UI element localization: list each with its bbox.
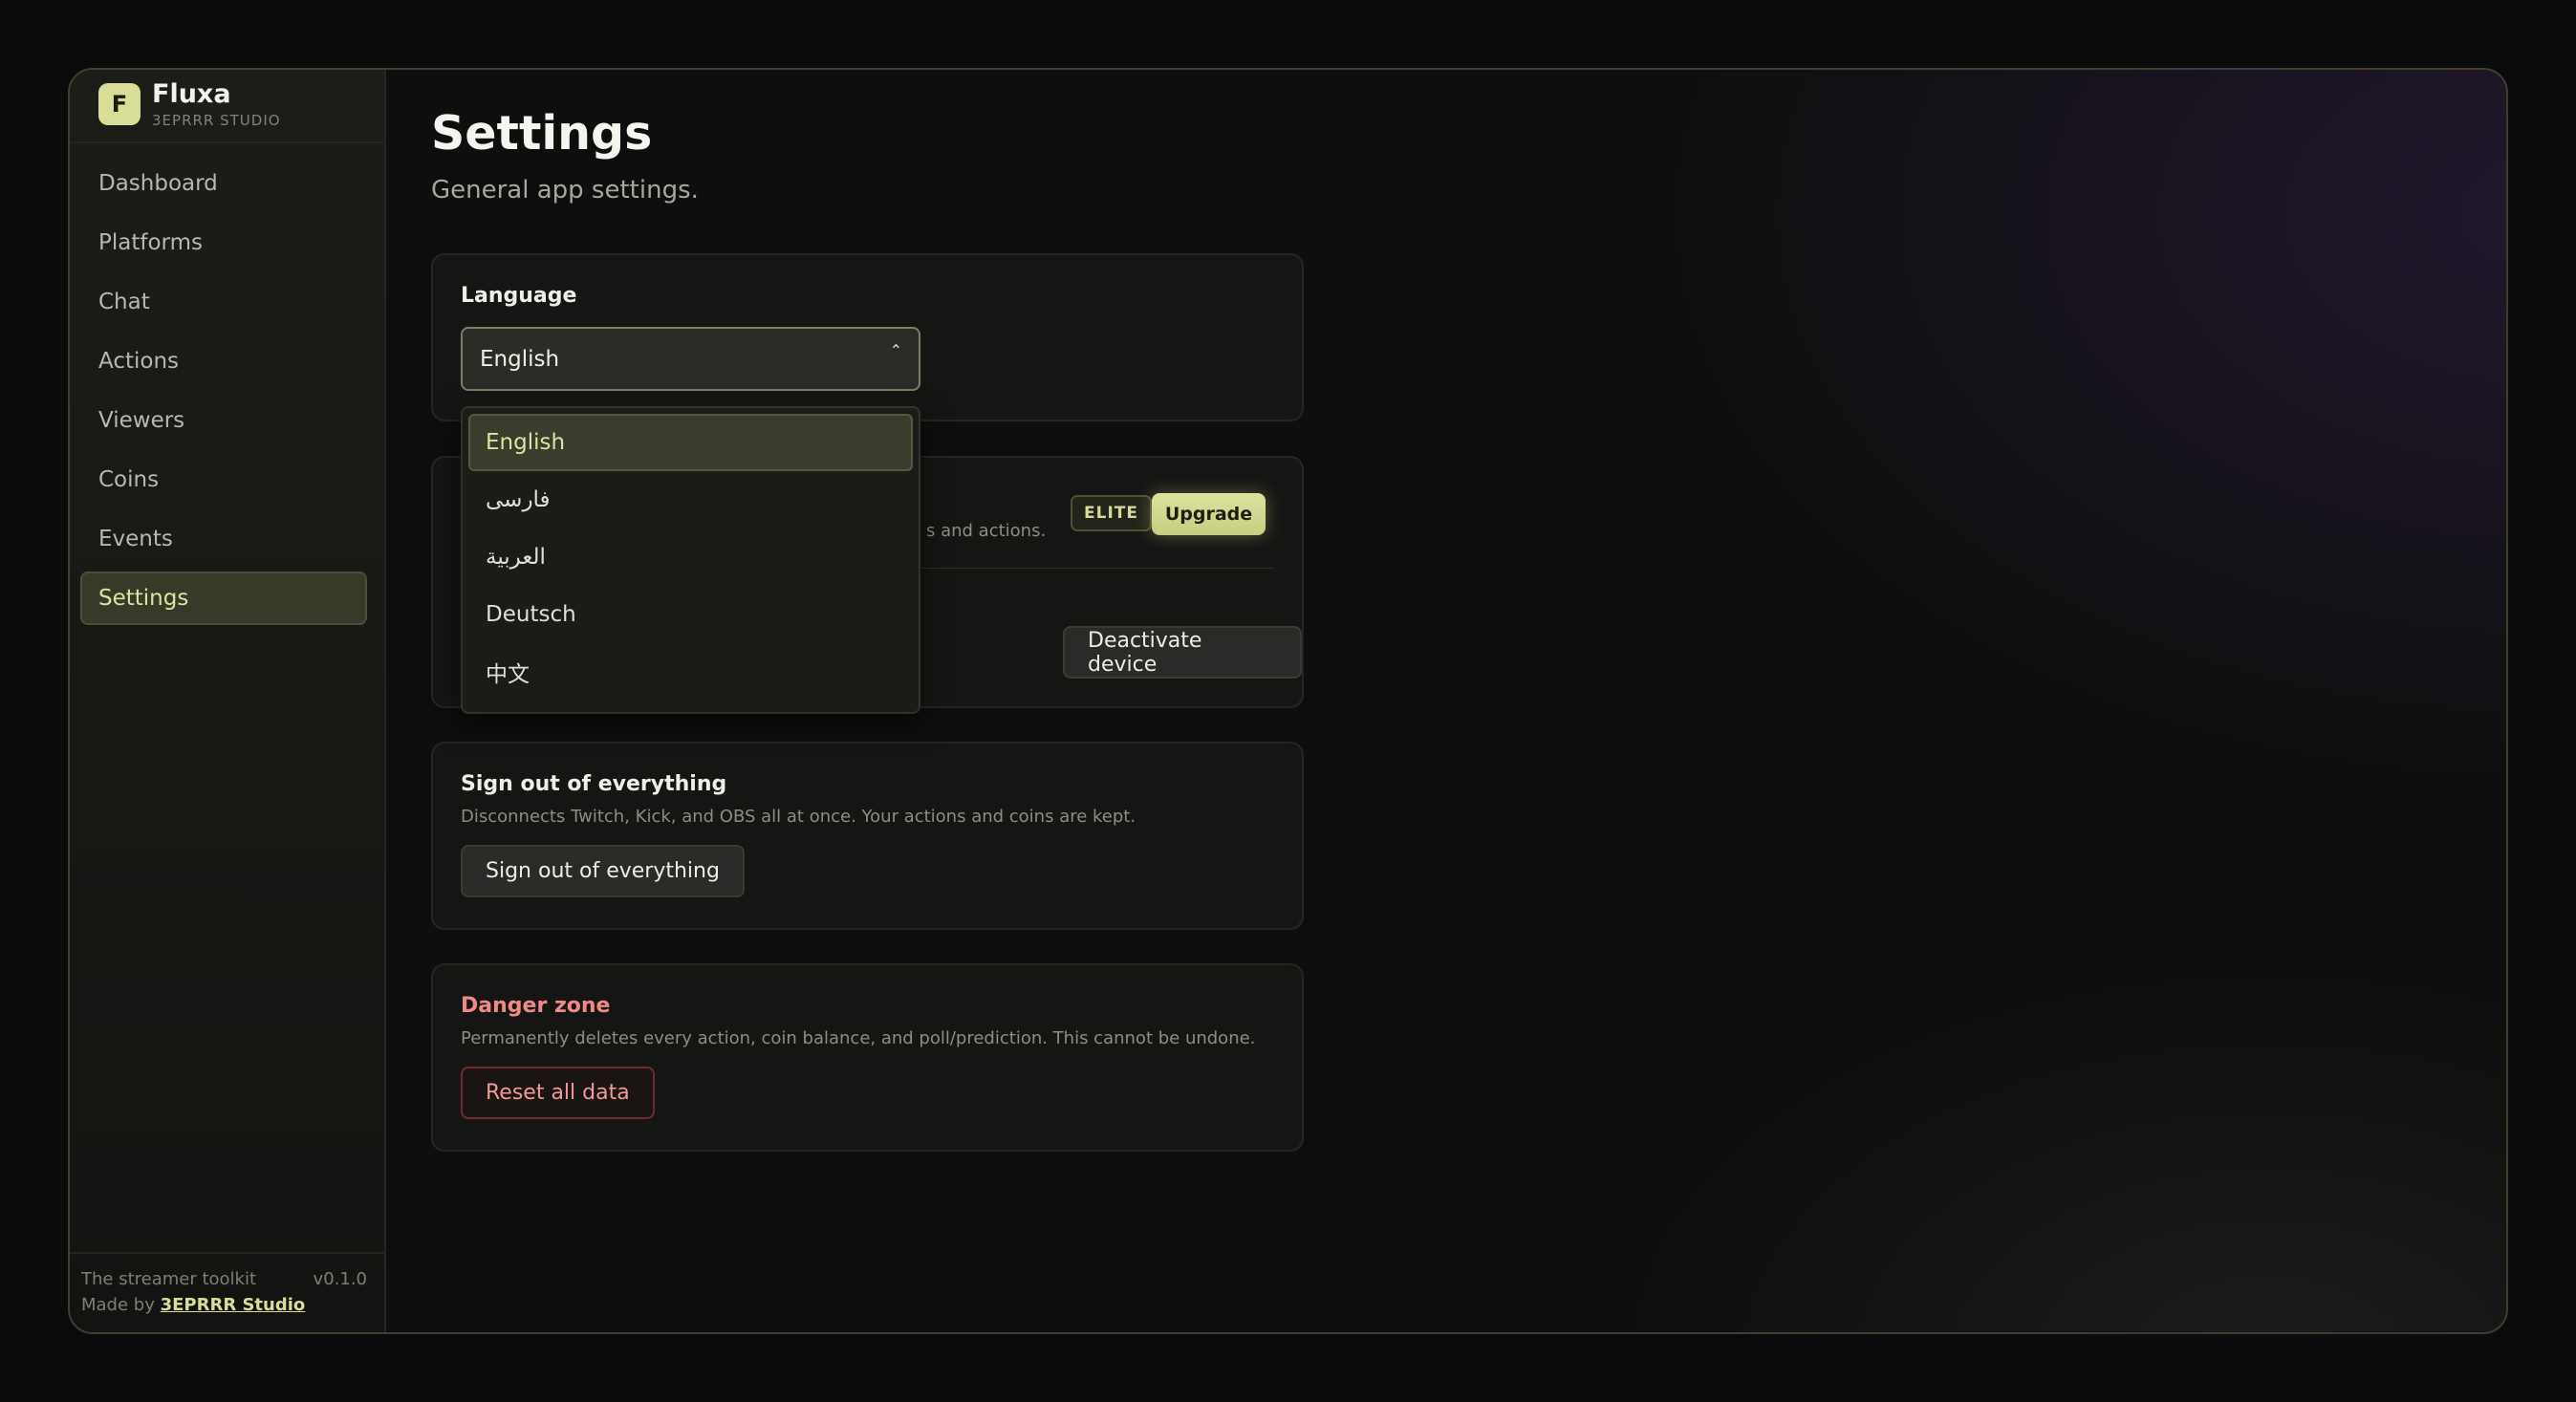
sidebar-item-actions[interactable]: Actions bbox=[80, 334, 367, 388]
danger-zone-card: Danger zone Permanently deletes every ac… bbox=[431, 963, 1304, 1152]
app-version: v0.1.0 bbox=[313, 1269, 367, 1289]
signout-card: Sign out of everything Disconnects Twitc… bbox=[431, 742, 1304, 930]
language-card: Language English ⌃ bbox=[431, 253, 1304, 421]
app-studio: 3EPRRR STUDIO bbox=[152, 112, 281, 129]
sidebar-item-viewers[interactable]: Viewers bbox=[80, 394, 367, 447]
language-label: Language bbox=[461, 284, 577, 308]
language-option-german[interactable]: Deutsch bbox=[468, 586, 913, 643]
language-option-arabic[interactable]: العربية bbox=[468, 528, 913, 586]
signout-title: Sign out of everything bbox=[461, 772, 727, 796]
sidebar-item-coins[interactable]: Coins bbox=[80, 453, 367, 507]
sidebar-item-events[interactable]: Events bbox=[80, 512, 367, 566]
language-option-farsi[interactable]: فارسی bbox=[468, 471, 913, 528]
app-name: Fluxa bbox=[152, 79, 231, 109]
signout-description: Disconnects Twitch, Kick, and OBS all at… bbox=[461, 807, 1136, 827]
upgrade-button[interactable]: Upgrade bbox=[1152, 493, 1266, 535]
language-option-chinese[interactable]: 中文 bbox=[468, 643, 913, 701]
language-option-english[interactable]: English bbox=[468, 414, 913, 471]
app-logo-icon: F bbox=[98, 83, 141, 125]
sidebar-footer: The streamer toolkit v0.1.0 Made by 3EPR… bbox=[70, 1252, 384, 1332]
language-select[interactable]: English ⌃ bbox=[461, 327, 920, 391]
made-by: Made by 3EPRRR Studio bbox=[81, 1295, 305, 1315]
tagline: The streamer toolkit bbox=[81, 1269, 257, 1289]
app-window: F Fluxa 3EPRRR STUDIO Dashboard Platform… bbox=[68, 68, 2508, 1334]
sidebar-nav: Dashboard Platforms Chat Actions Viewers… bbox=[80, 157, 367, 631]
sidebar-item-platforms[interactable]: Platforms bbox=[80, 216, 367, 270]
page-title: Settings bbox=[431, 106, 653, 161]
language-selected-value: English bbox=[480, 346, 560, 372]
plan-badge: ELITE bbox=[1071, 495, 1152, 531]
reset-all-data-button[interactable]: Reset all data bbox=[461, 1067, 655, 1119]
sidebar: F Fluxa 3EPRRR STUDIO Dashboard Platform… bbox=[70, 70, 386, 1332]
studio-link[interactable]: 3EPRRR Studio bbox=[161, 1295, 306, 1315]
chevron-up-icon: ⌃ bbox=[889, 341, 902, 359]
sidebar-item-chat[interactable]: Chat bbox=[80, 275, 367, 329]
sidebar-item-dashboard[interactable]: Dashboard bbox=[80, 157, 367, 210]
deactivate-device-button[interactable]: Deactivate device bbox=[1063, 626, 1302, 679]
language-dropdown: English فارسی العربية Deutsch 中文 bbox=[461, 406, 920, 714]
brand-header: F Fluxa 3EPRRR STUDIO bbox=[70, 70, 384, 143]
sidebar-item-settings[interactable]: Settings bbox=[80, 572, 367, 625]
page-subtitle: General app settings. bbox=[431, 176, 699, 205]
made-by-prefix: Made by bbox=[81, 1295, 155, 1315]
danger-description: Permanently deletes every action, coin b… bbox=[461, 1028, 1256, 1048]
danger-title: Danger zone bbox=[461, 994, 611, 1018]
signout-button[interactable]: Sign out of everything bbox=[461, 845, 745, 897]
license-description: s and actions. bbox=[926, 521, 1047, 541]
